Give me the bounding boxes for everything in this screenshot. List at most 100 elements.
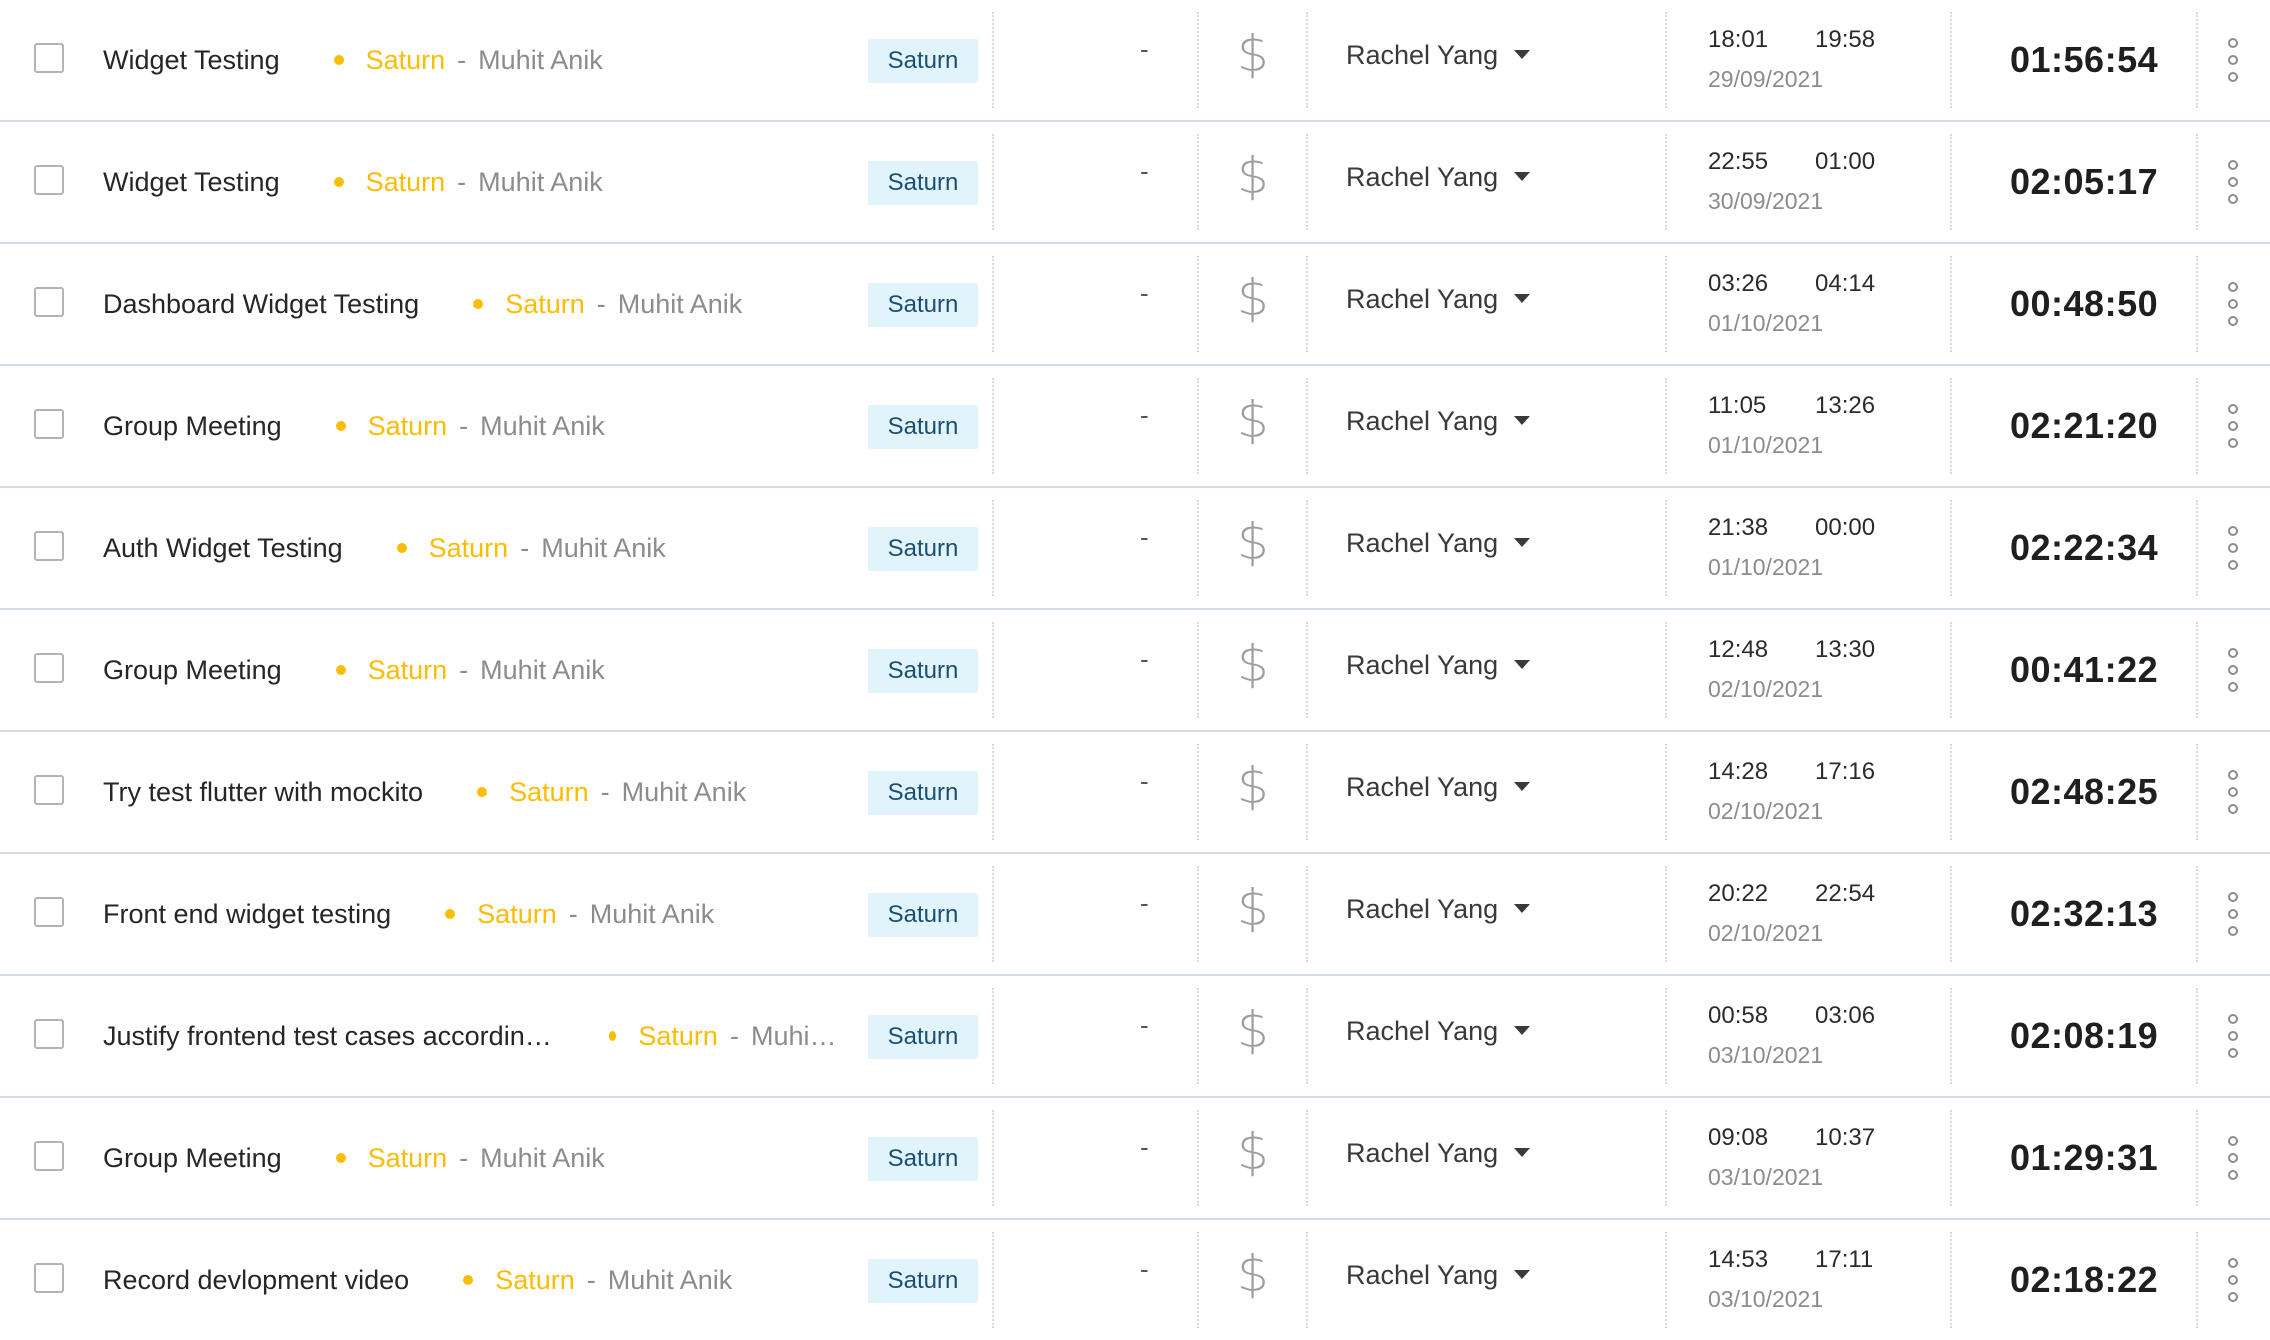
empty-field-placeholder[interactable]: - bbox=[1140, 34, 1149, 65]
end-time[interactable]: 00:00 bbox=[1815, 514, 1875, 542]
entry-duration[interactable]: 00:41:22 bbox=[2010, 649, 2158, 691]
project-name[interactable]: Saturn bbox=[509, 777, 589, 808]
user-dropdown[interactable]: Rachel Yang bbox=[1346, 528, 1531, 559]
end-time[interactable]: 17:16 bbox=[1815, 758, 1875, 786]
project-name[interactable]: Saturn bbox=[366, 45, 446, 76]
select-entry-checkbox[interactable] bbox=[34, 653, 64, 683]
empty-field-placeholder[interactable]: - bbox=[1140, 278, 1149, 309]
tag-badge[interactable]: Saturn bbox=[868, 893, 978, 937]
entry-duration[interactable]: 02:48:25 bbox=[2010, 771, 2158, 813]
entry-date[interactable]: 29/09/2021 bbox=[1708, 66, 1823, 93]
user-dropdown[interactable]: Rachel Yang bbox=[1346, 894, 1531, 925]
tag-badge[interactable]: Saturn bbox=[868, 1137, 978, 1181]
entry-description[interactable]: Try test flutter with mockito bbox=[103, 777, 423, 808]
entry-duration[interactable]: 00:48:50 bbox=[2010, 283, 2158, 325]
start-time[interactable]: 18:01 bbox=[1708, 26, 1768, 54]
user-dropdown[interactable]: Rachel Yang bbox=[1346, 406, 1531, 437]
select-entry-checkbox[interactable] bbox=[34, 43, 64, 73]
end-time[interactable]: 17:11 bbox=[1815, 1246, 1873, 1274]
kebab-menu-icon[interactable] bbox=[2226, 1013, 2240, 1059]
dollar-icon[interactable]: $ bbox=[1237, 636, 1269, 692]
start-time[interactable]: 21:38 bbox=[1708, 514, 1768, 542]
project-name[interactable]: Saturn bbox=[495, 1265, 575, 1296]
dollar-icon[interactable]: $ bbox=[1237, 1246, 1269, 1302]
dollar-icon[interactable]: $ bbox=[1237, 758, 1269, 814]
tag-badge[interactable]: Saturn bbox=[868, 771, 978, 815]
empty-field-placeholder[interactable]: - bbox=[1140, 1132, 1149, 1163]
entry-description[interactable]: Widget Testing bbox=[103, 167, 280, 198]
entry-date[interactable]: 01/10/2021 bbox=[1708, 310, 1823, 337]
kebab-menu-icon[interactable] bbox=[2226, 647, 2240, 693]
dollar-icon[interactable]: $ bbox=[1237, 270, 1269, 326]
user-dropdown[interactable]: Rachel Yang bbox=[1346, 1016, 1531, 1047]
dollar-icon[interactable]: $ bbox=[1237, 148, 1269, 204]
kebab-menu-icon[interactable] bbox=[2226, 769, 2240, 815]
project-name[interactable]: Saturn bbox=[366, 167, 446, 198]
entry-description[interactable]: Record devlopment video bbox=[103, 1265, 409, 1296]
user-dropdown[interactable]: Rachel Yang bbox=[1346, 284, 1531, 315]
user-dropdown[interactable]: Rachel Yang bbox=[1346, 650, 1531, 681]
start-time[interactable]: 14:53 bbox=[1708, 1246, 1768, 1274]
tag-badge[interactable]: Saturn bbox=[868, 527, 978, 571]
entry-date[interactable]: 30/09/2021 bbox=[1708, 188, 1823, 215]
start-time[interactable]: 03:26 bbox=[1708, 270, 1768, 298]
tag-badge[interactable]: Saturn bbox=[868, 1259, 978, 1303]
entry-description[interactable]: Widget Testing bbox=[103, 45, 280, 76]
dollar-icon[interactable]: $ bbox=[1237, 514, 1269, 570]
project-name[interactable]: Saturn bbox=[505, 289, 585, 320]
dollar-icon[interactable]: $ bbox=[1237, 1124, 1269, 1180]
select-entry-checkbox[interactable] bbox=[34, 1019, 64, 1049]
entry-duration[interactable]: 02:18:22 bbox=[2010, 1259, 2158, 1301]
empty-field-placeholder[interactable]: - bbox=[1140, 888, 1149, 919]
entry-duration[interactable]: 02:22:34 bbox=[2010, 527, 2158, 569]
start-time[interactable]: 00:58 bbox=[1708, 1002, 1768, 1030]
entry-date[interactable]: 01/10/2021 bbox=[1708, 432, 1823, 459]
start-time[interactable]: 11:05 bbox=[1708, 392, 1766, 420]
project-name[interactable]: Saturn bbox=[429, 533, 509, 564]
entry-description[interactable]: Front end widget testing bbox=[103, 899, 391, 930]
end-time[interactable]: 10:37 bbox=[1815, 1124, 1875, 1152]
kebab-menu-icon[interactable] bbox=[2226, 1257, 2240, 1303]
entry-date[interactable]: 01/10/2021 bbox=[1708, 554, 1823, 581]
entry-duration[interactable]: 02:32:13 bbox=[2010, 893, 2158, 935]
kebab-menu-icon[interactable] bbox=[2226, 1135, 2240, 1181]
tag-badge[interactable]: Saturn bbox=[868, 39, 978, 83]
start-time[interactable]: 09:08 bbox=[1708, 1124, 1768, 1152]
project-name[interactable]: Saturn bbox=[477, 899, 557, 930]
entry-duration[interactable]: 01:29:31 bbox=[2010, 1137, 2158, 1179]
end-time[interactable]: 13:26 bbox=[1815, 392, 1875, 420]
select-entry-checkbox[interactable] bbox=[34, 531, 64, 561]
dollar-icon[interactable]: $ bbox=[1237, 26, 1269, 82]
user-dropdown[interactable]: Rachel Yang bbox=[1346, 162, 1531, 193]
user-dropdown[interactable]: Rachel Yang bbox=[1346, 1260, 1531, 1291]
entry-duration[interactable]: 01:56:54 bbox=[2010, 39, 2158, 81]
select-entry-checkbox[interactable] bbox=[34, 1263, 64, 1293]
entry-description[interactable]: Group Meeting bbox=[103, 655, 282, 686]
tag-badge[interactable]: Saturn bbox=[868, 649, 978, 693]
dollar-icon[interactable]: $ bbox=[1237, 880, 1269, 936]
empty-field-placeholder[interactable]: - bbox=[1140, 766, 1149, 797]
entry-date[interactable]: 02/10/2021 bbox=[1708, 676, 1823, 703]
select-entry-checkbox[interactable] bbox=[34, 165, 64, 195]
end-time[interactable]: 01:00 bbox=[1815, 148, 1875, 176]
empty-field-placeholder[interactable]: - bbox=[1140, 400, 1149, 431]
project-name[interactable]: Saturn bbox=[368, 655, 448, 686]
user-dropdown[interactable]: Rachel Yang bbox=[1346, 1138, 1531, 1169]
end-time[interactable]: 13:30 bbox=[1815, 636, 1875, 664]
entry-duration[interactable]: 02:21:20 bbox=[2010, 405, 2158, 447]
entry-date[interactable]: 02/10/2021 bbox=[1708, 920, 1823, 947]
entry-date[interactable]: 03/10/2021 bbox=[1708, 1042, 1823, 1069]
kebab-menu-icon[interactable] bbox=[2226, 281, 2240, 327]
entry-description[interactable]: Auth Widget Testing bbox=[103, 533, 343, 564]
project-name[interactable]: Saturn bbox=[368, 411, 448, 442]
entry-date[interactable]: 02/10/2021 bbox=[1708, 798, 1823, 825]
end-time[interactable]: 03:06 bbox=[1815, 1002, 1875, 1030]
project-name[interactable]: Saturn bbox=[368, 1143, 448, 1174]
kebab-menu-icon[interactable] bbox=[2226, 403, 2240, 449]
end-time[interactable]: 19:58 bbox=[1815, 26, 1875, 54]
empty-field-placeholder[interactable]: - bbox=[1140, 1254, 1149, 1285]
select-entry-checkbox[interactable] bbox=[34, 1141, 64, 1171]
empty-field-placeholder[interactable]: - bbox=[1140, 156, 1149, 187]
entry-duration[interactable]: 02:08:19 bbox=[2010, 1015, 2158, 1057]
kebab-menu-icon[interactable] bbox=[2226, 159, 2240, 205]
